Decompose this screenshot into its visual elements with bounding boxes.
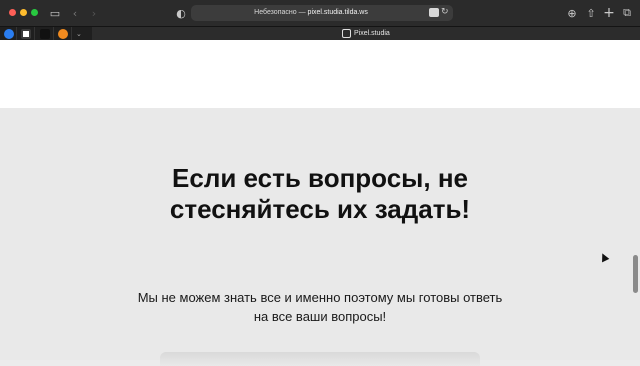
tab-divider <box>71 27 72 41</box>
share-icon[interactable]: ⇧ <box>583 5 599 21</box>
tab-title: Pixel.studia <box>354 30 390 37</box>
plus-icon[interactable]: + <box>601 5 617 21</box>
tab-divider <box>16 27 17 41</box>
address-prefix: Небезопасно — <box>254 9 308 16</box>
contact-headline: Если есть вопросы, не стесняйтесь их зад… <box>120 163 520 225</box>
tab-divider <box>53 27 54 41</box>
headline-line-1: Если есть вопросы, не <box>172 163 468 193</box>
close-window-button[interactable] <box>9 9 16 16</box>
maximize-window-button[interactable] <box>31 9 38 16</box>
pinned-tab-1[interactable] <box>4 29 14 39</box>
tabs-icon[interactable]: ⧉ <box>619 5 635 21</box>
download-icon[interactable]: ⊕ <box>564 5 580 21</box>
pinned-tab-3[interactable] <box>40 29 50 39</box>
reload-icon[interactable]: ↻ <box>441 7 449 17</box>
subtext-line-1: Мы не можем знать все и именно поэтому м… <box>137 290 503 305</box>
chevron-down-icon[interactable]: ⌄ <box>76 29 88 39</box>
subtext-line-2: на все ваши вопросы! <box>253 309 387 324</box>
tab-bar: ⌄ Pixel.studia <box>0 26 640 41</box>
translate-icon[interactable] <box>429 8 439 17</box>
minimize-window-button[interactable] <box>20 9 27 16</box>
tab-divider <box>34 27 35 41</box>
page-scrollbar[interactable] <box>633 255 638 293</box>
site-favicon-icon <box>342 29 351 38</box>
form-card-edge <box>160 352 480 366</box>
address-text: Небезопасно — pixel.studia.tilda.ws <box>191 5 431 21</box>
pinned-tab-2[interactable] <box>21 29 31 39</box>
contact-subtext: Мы не можем знать все и именно поэтому м… <box>120 288 520 326</box>
address-bar[interactable]: Небезопасно — pixel.studia.tilda.ws ↻ <box>191 5 453 21</box>
sidebar-icon[interactable]: ▭ <box>47 5 63 21</box>
page-top-section <box>0 40 640 108</box>
tab-active[interactable]: Pixel.studia <box>92 27 640 41</box>
pinned-tab-4[interactable] <box>58 29 68 39</box>
chevron-right-icon[interactable]: › <box>86 5 102 21</box>
shield-icon[interactable]: ◐ <box>173 5 189 21</box>
browser-toolbar: ▭ ‹ › ◐ Небезопасно — pixel.studia.tilda… <box>0 0 640 26</box>
address-host: pixel.studia.tilda.ws <box>307 9 368 16</box>
headline-line-2: стесняйтесь их задать! <box>169 194 471 224</box>
chevron-left-icon[interactable]: ‹ <box>67 5 83 21</box>
